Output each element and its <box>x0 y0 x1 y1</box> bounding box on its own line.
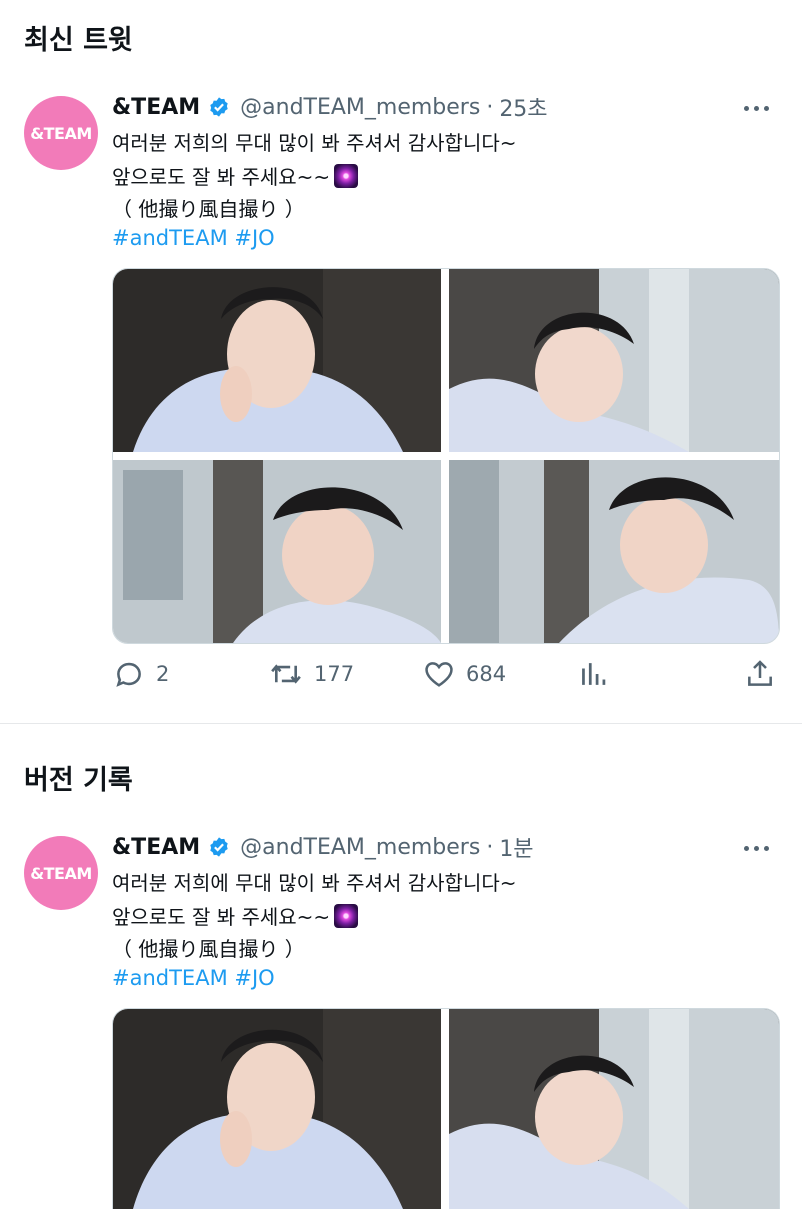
like-button[interactable]: 684 <box>422 654 506 694</box>
tweet-header: &TEAM @andTEAM_members · 1분 <box>112 831 534 863</box>
tweet-photo-1[interactable] <box>113 269 441 452</box>
retweet-icon <box>271 664 301 684</box>
reply-button[interactable]: 2 <box>112 654 169 694</box>
tweet-actions: 2 177 684 <box>112 654 778 694</box>
tweet-timestamp[interactable]: 1분 <box>499 831 533 863</box>
analytics-icon <box>582 663 606 685</box>
verified-badge-icon <box>208 96 230 118</box>
tweet-text-line-2-text: 앞으로도 잘 봐 주세요~~ <box>112 905 331 929</box>
share-button[interactable] <box>744 654 776 694</box>
tweet-hashtags[interactable]: #andTEAM #JO <box>112 226 275 250</box>
retweet-button[interactable]: 177 <box>268 654 354 694</box>
tweet-photo-2[interactable] <box>449 269 779 452</box>
section-divider <box>0 723 802 724</box>
tweet-timestamp[interactable]: 25초 <box>499 91 547 123</box>
tweet-hashtags[interactable]: #andTEAM #JO <box>112 966 275 990</box>
more-icon[interactable] <box>744 106 769 111</box>
display-name[interactable]: &TEAM <box>112 95 200 120</box>
reply-icon <box>116 662 141 687</box>
user-handle[interactable]: @andTEAM_members <box>240 835 480 860</box>
separator-dot: · <box>486 94 494 120</box>
tweet-header: &TEAM @andTEAM_members · 25초 <box>112 91 548 123</box>
tweet-text-line-2-text: 앞으로도 잘 봐 주세요~~ <box>112 165 331 189</box>
tweet-photo-1[interactable] <box>113 1009 441 1209</box>
sparkle-emoji-icon <box>334 164 359 188</box>
avatar[interactable]: &TEAM <box>24 836 98 910</box>
verified-badge-icon <box>208 836 230 858</box>
sparkle-emoji-icon <box>334 904 359 928</box>
reply-count: 2 <box>156 662 170 686</box>
tweet-text-line-3: （ 他撮り風自撮り ） <box>112 197 305 221</box>
tweet-photo-2[interactable] <box>449 1009 779 1209</box>
tweet-photo-4[interactable] <box>449 460 779 643</box>
separator-dot: · <box>486 834 494 860</box>
tweet-text-line-2: 앞으로도 잘 봐 주세요~~ <box>112 901 359 930</box>
media-grid <box>112 1008 780 1209</box>
share-icon <box>748 660 772 686</box>
user-handle[interactable]: @andTEAM_members <box>240 95 480 120</box>
views-button[interactable] <box>578 654 608 694</box>
display-name[interactable]: &TEAM <box>112 835 200 860</box>
retweet-count: 177 <box>314 662 355 686</box>
more-icon[interactable] <box>744 846 769 851</box>
avatar-text: &TEAM <box>30 123 92 143</box>
avatar[interactable]: &TEAM <box>24 96 98 170</box>
like-count: 684 <box>466 662 507 686</box>
tweet-text-line-1: 여러분 저희의 무대 많이 봐 주셔서 감사합니다~ <box>112 131 517 155</box>
tweet-text-line-1: 여러분 저희에 무대 많이 봐 주셔서 감사합니다~ <box>112 871 517 895</box>
heart-icon <box>425 662 453 687</box>
tweet-text-line-2: 앞으로도 잘 봐 주세요~~ <box>112 161 359 190</box>
avatar-text: &TEAM <box>30 863 92 883</box>
tweet-photo-3[interactable] <box>113 460 441 643</box>
history-section-title: 버전 기록 <box>24 765 133 796</box>
latest-section-title: 최신 트윗 <box>24 25 133 56</box>
tweet-text-line-3: （ 他撮り風自撮り ） <box>112 937 305 961</box>
media-grid <box>112 268 780 644</box>
